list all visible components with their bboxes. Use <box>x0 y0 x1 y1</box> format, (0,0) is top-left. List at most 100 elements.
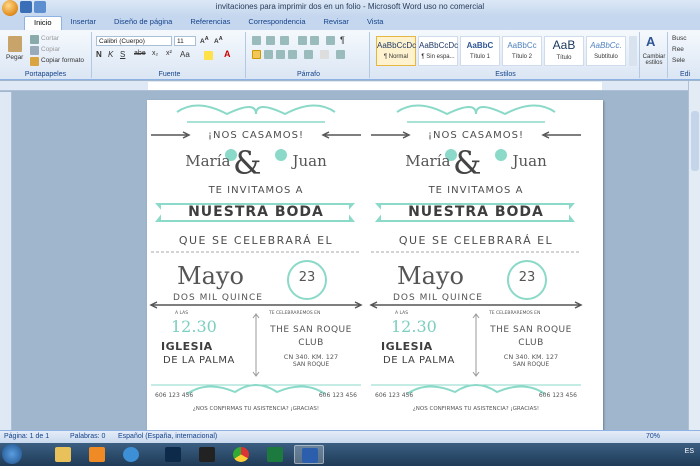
highlight-icon[interactable] <box>204 51 213 60</box>
decrease-indent-icon[interactable] <box>298 36 307 45</box>
style-normal[interactable]: AaBbCcDc ¶ Normal <box>376 36 416 66</box>
styles-group: AaBbCcDc ¶ Normal AaBbCcDc ¶ Sin espa...… <box>372 32 640 78</box>
paste-icon[interactable] <box>8 36 22 52</box>
month-text: Mayo <box>397 262 464 290</box>
cut-icon[interactable] <box>30 35 39 44</box>
taskbar-word[interactable] <box>294 445 324 464</box>
underline-icon[interactable]: S <box>120 50 125 59</box>
line-spacing-icon[interactable] <box>304 50 313 59</box>
a-las-text: A LAS <box>175 311 189 316</box>
align-left-icon[interactable] <box>252 50 261 59</box>
tab-referencias[interactable]: Referencias <box>181 16 239 30</box>
window-title: invitaciones para imprimir dos en un fol… <box>215 2 485 11</box>
ampersand: & <box>233 144 262 182</box>
style-title[interactable]: AaB Título <box>544 36 584 66</box>
vertical-ruler[interactable] <box>0 92 12 430</box>
page-count[interactable]: Página: 1 de 1 <box>4 433 49 440</box>
casamos-text: ¡NOS CASAMOS! <box>428 130 524 141</box>
format-painter-icon[interactable] <box>30 57 39 66</box>
find-button[interactable]: Busc <box>672 35 686 42</box>
clipboard-group: Pegar Cortar Copiar Copiar formato Porta… <box>0 32 92 78</box>
word-count[interactable]: Palabras: 0 <box>70 433 105 440</box>
style-heading-2[interactable]: AaBbCc Título 2 <box>502 36 542 66</box>
name-2: Juan <box>292 152 327 170</box>
zoom-level[interactable]: 70% <box>646 433 660 440</box>
sort-icon[interactable] <box>326 36 335 45</box>
style-name: ¶ Normal <box>383 54 409 60</box>
cut-button[interactable]: Cortar <box>41 35 59 42</box>
tab-insertar[interactable]: Insertar <box>62 16 105 30</box>
horizontal-ruler[interactable] <box>0 81 700 91</box>
select-button[interactable]: Sele <box>672 57 685 64</box>
tab-diseno-pagina[interactable]: Diseño de página <box>105 16 181 30</box>
replace-button[interactable]: Ree <box>672 46 684 53</box>
taskbar-media-player[interactable] <box>82 445 112 464</box>
paragraph-label: Párrafo <box>297 71 320 78</box>
style-sample: AaBbCcDc <box>419 41 459 50</box>
club-line-2: CLUB <box>298 338 324 348</box>
phone-right: 606 123 456 <box>318 392 357 399</box>
style-heading-1[interactable]: AaBbC Título 1 <box>460 36 500 66</box>
palma-text: DE LA PALMA <box>383 355 455 366</box>
confirm-text: ¿NOS CONFIRMAS TU ASISTENCIA? ¡GRACIAS! <box>192 406 320 412</box>
font-label: Fuente <box>158 71 181 78</box>
taskbar-ie[interactable] <box>116 445 146 464</box>
taskbar-explorer[interactable] <box>48 445 78 464</box>
document-page[interactable]: ¡NOS CASAMOS! María Juan & TE INVITAMOS A… <box>147 100 603 430</box>
copy-icon[interactable] <box>30 46 39 55</box>
strikethrough-icon[interactable]: abe <box>134 50 146 57</box>
superscript-icon[interactable]: x² <box>166 50 172 57</box>
tab-inicio[interactable]: Inicio <box>24 16 62 30</box>
multilevel-list-icon[interactable] <box>280 36 289 45</box>
boda-text: NUESTRA BODA <box>188 204 324 220</box>
change-case-icon[interactable]: Aa <box>180 50 190 59</box>
format-painter-button[interactable]: Copiar formato <box>41 57 84 64</box>
font-color-icon[interactable]: A <box>224 49 231 59</box>
styles-more-icon[interactable] <box>629 36 637 66</box>
language-indicator[interactable]: ES <box>685 448 694 455</box>
taskbar-inkscape[interactable] <box>192 445 222 464</box>
tab-vista[interactable]: Vista <box>358 16 393 30</box>
align-right-icon[interactable] <box>276 50 285 59</box>
change-styles-button[interactable]: Cambiar estilos <box>640 54 668 66</box>
start-button[interactable] <box>2 444 22 464</box>
name-1: María <box>185 152 231 170</box>
copy-button[interactable]: Copiar <box>41 46 60 53</box>
language-status[interactable]: Español (España, internacional) <box>118 433 217 440</box>
font-name-select[interactable]: Calibri (Cuerpo) <box>96 36 172 46</box>
italic-icon[interactable]: K <box>108 50 113 59</box>
bullets-icon[interactable] <box>252 36 261 45</box>
grow-font-icon[interactable]: AA <box>200 36 209 45</box>
paste-button[interactable]: Pegar <box>6 54 23 61</box>
club-line-1: THE SAN ROQUE <box>270 325 352 335</box>
casamos-text: ¡NOS CASAMOS! <box>208 130 304 141</box>
media-player-icon <box>89 447 105 462</box>
celebrara-text: QUE SE CELEBRARÁ EL <box>398 234 554 247</box>
vertical-scrollbar[interactable] <box>688 81 700 430</box>
shrink-font-icon[interactable]: AA <box>214 36 223 45</box>
taskbar-chrome[interactable] <box>226 445 256 464</box>
photoshop-icon <box>165 447 181 462</box>
scrollbar-thumb[interactable] <box>691 111 699 171</box>
shading-icon[interactable] <box>320 50 329 59</box>
show-marks-icon[interactable]: ¶ <box>340 35 345 45</box>
subscript-icon[interactable]: x₂ <box>152 50 158 57</box>
justify-icon[interactable] <box>288 50 297 59</box>
taskbar-excel[interactable] <box>260 445 290 464</box>
name-1: María <box>405 152 451 170</box>
font-size-select[interactable]: 11 <box>174 36 196 46</box>
style-no-spacing[interactable]: AaBbCcDc ¶ Sin espa... <box>418 36 458 66</box>
numbering-icon[interactable] <box>266 36 275 45</box>
taskbar-photoshop[interactable] <box>158 445 188 464</box>
bold-icon[interactable]: N <box>96 50 102 59</box>
ribbon: Pegar Cortar Copiar Copiar formato Porta… <box>0 30 700 80</box>
change-styles-icon[interactable]: A <box>646 34 655 49</box>
change-styles-group: A Cambiar estilos <box>640 32 668 78</box>
borders-icon[interactable] <box>336 50 345 59</box>
tab-correspondencia[interactable]: Correspondencia <box>239 16 314 30</box>
style-subtitle[interactable]: AaBbCc. Subtítulo <box>586 36 626 66</box>
increase-indent-icon[interactable] <box>310 36 319 45</box>
align-center-icon[interactable] <box>264 50 273 59</box>
tab-revisar[interactable]: Revisar <box>315 16 358 30</box>
style-sample: AaBbC <box>466 41 494 50</box>
